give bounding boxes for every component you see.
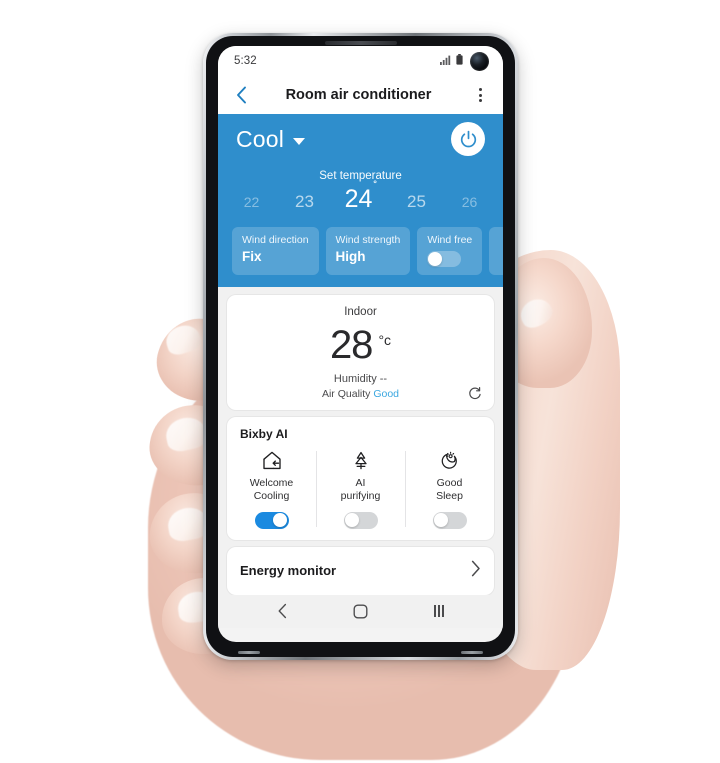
energy-monitor-label: Energy monitor: [240, 563, 337, 579]
toggle-knob: [434, 513, 448, 528]
page-title: Room air conditioner: [285, 87, 432, 103]
app-title-bar: Room air conditioner: [218, 76, 503, 114]
chip-wind-free[interactable]: Wind free: [417, 227, 483, 275]
label-line-2: Sleep: [436, 490, 463, 503]
nav-back-icon[interactable]: [277, 603, 288, 619]
label-line-1: Welcome: [249, 477, 294, 489]
indoor-temperature-unit: °c: [378, 332, 392, 348]
power-button[interactable]: [451, 122, 485, 156]
indoor-temperature-value: 28: [329, 323, 373, 367]
temperature-option-25[interactable]: 25: [390, 192, 444, 212]
bottom-slot-left: [238, 651, 260, 654]
phone-screen: 5:32 Room air conditioner Cool Set tempe…: [218, 46, 503, 642]
humidity-readout: Humidity --: [333, 373, 388, 385]
screenshot-canvas: 5:32 Room air conditioner Cool Set tempe…: [0, 0, 720, 763]
temperature-option-24-selected[interactable]: 24˚: [332, 179, 390, 214]
mode-row: Cool: [218, 122, 503, 156]
selected-temperature-value: 24: [344, 185, 373, 213]
chip-label: Wind free: [427, 234, 473, 246]
bottom-slot-right: [461, 651, 483, 654]
temperature-option-26[interactable]: 26: [444, 194, 496, 210]
content-area: Indoor 28 °c Humidity -- Air Quality Goo…: [218, 287, 503, 595]
chip-label: Wind strength: [335, 234, 401, 246]
set-temperature-label: Set temperature: [319, 170, 402, 182]
label-line-1: Good: [436, 477, 463, 489]
nav-home-icon[interactable]: [353, 604, 368, 619]
label-line-1: AI: [355, 477, 366, 489]
hand-thumb-nail: [515, 294, 557, 332]
phone-device: 5:32 Room air conditioner Cool Set tempe…: [203, 33, 518, 660]
moon-sleep-icon: [439, 449, 461, 471]
refresh-icon[interactable]: [467, 386, 483, 402]
temperature-option-23[interactable]: 23: [278, 192, 332, 212]
degree-symbol: ˚: [373, 178, 378, 193]
phone-bezel: 5:32 Room air conditioner Cool Set tempe…: [206, 36, 515, 657]
label-line-2: purifying: [340, 490, 381, 503]
tree-purify-icon: [350, 449, 372, 471]
ai-purifying-toggle[interactable]: [343, 511, 378, 529]
air-quality-value: Good: [373, 388, 400, 400]
good-sleep-toggle[interactable]: [432, 511, 467, 529]
toggle-knob: [345, 513, 359, 528]
status-clock: 5:32: [234, 55, 257, 67]
chip-wind-strength[interactable]: Wind strength High: [325, 227, 411, 275]
air-quality-label: Air Quality: [321, 388, 371, 400]
signal-bars-icon: [440, 52, 451, 70]
toggle-knob: [273, 513, 287, 528]
chip-value: Fix: [242, 249, 262, 264]
battery-icon: [456, 52, 463, 70]
wind-free-toggle[interactable]: [427, 251, 462, 267]
bixby-feature-label: Good Sleep: [436, 477, 463, 504]
chip-value: High: [335, 249, 366, 264]
bixby-feature-welcome-cooling[interactable]: Welcome Cooling: [227, 449, 316, 529]
chip-wind-direction[interactable]: Wind direction Fix: [232, 227, 319, 275]
toggle-knob: [428, 252, 443, 266]
indoor-status-card: Indoor 28 °c Humidity -- Air Quality Goo…: [227, 295, 494, 410]
chevron-right-icon: [471, 560, 481, 582]
indoor-card-title: Indoor: [344, 306, 377, 318]
temperature-option-22[interactable]: 22: [226, 194, 278, 210]
chevron-down-icon: [293, 137, 306, 145]
chip-partial-next[interactable]: [489, 227, 503, 275]
mode-label: Cool: [236, 125, 285, 152]
bixby-ai-card: Bixby AI Welcome Cooling AI purifying Go…: [227, 417, 494, 540]
welcome-cooling-toggle[interactable]: [254, 511, 289, 529]
indoor-temperature-row: 28 °c: [239, 325, 482, 365]
system-navigation-bar: [218, 594, 503, 628]
bixby-feature-row: Welcome Cooling AI purifying Good Sleep: [227, 449, 494, 529]
status-bar: 5:32: [218, 46, 503, 76]
quick-settings-chip-row[interactable]: Wind direction Fix Wind strength High Wi…: [218, 227, 503, 275]
more-options-icon[interactable]: [469, 88, 491, 102]
temperature-scale[interactable]: 22 23 24˚ 25 26: [218, 179, 503, 214]
chip-label: Wind direction: [242, 234, 309, 246]
bixby-feature-label: Welcome Cooling: [250, 477, 294, 504]
home-arrow-icon: [260, 449, 284, 471]
status-icons: [440, 51, 489, 71]
bixby-feature-good-sleep[interactable]: Good Sleep: [405, 449, 494, 529]
energy-monitor-row[interactable]: Energy monitor: [227, 546, 494, 595]
bixby-card-title: Bixby AI: [240, 427, 288, 441]
mode-selector[interactable]: Cool: [236, 125, 306, 153]
bixby-feature-ai-purifying[interactable]: AI purifying: [316, 449, 405, 529]
nav-recents-icon[interactable]: [433, 605, 445, 618]
earpiece-speaker: [324, 41, 397, 45]
label-line-2: Cooling: [253, 490, 290, 503]
climate-control-panel: Cool Set temperature 22 23 24˚ 25 26 Win…: [218, 114, 503, 287]
power-icon: [460, 130, 476, 147]
bixby-feature-label: AI purifying: [341, 477, 381, 504]
air-quality-readout: Air Quality Good: [239, 388, 482, 400]
front-camera-punch-hole: [470, 51, 489, 71]
